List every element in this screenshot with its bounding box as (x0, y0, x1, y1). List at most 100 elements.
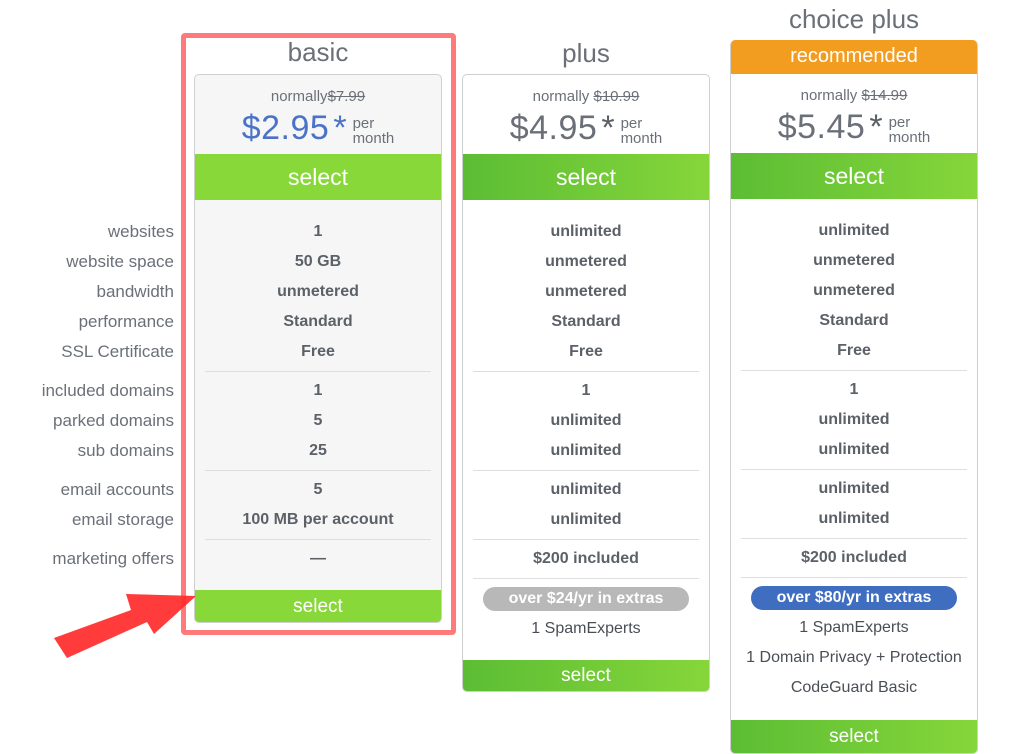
value-website-space: unmetered (545, 253, 627, 270)
value-bandwidth: unmetered (813, 282, 895, 299)
divider (205, 539, 431, 540)
value-email-accounts: unlimited (550, 481, 622, 498)
label-included-domains: included domains (41, 381, 174, 400)
value-parked-domains: 5 (313, 412, 323, 429)
extras-badge: over $80/yr in extras (751, 586, 957, 610)
value-email-storage: 100 MB per account (242, 511, 394, 528)
recommended-badge: recommended (731, 40, 977, 74)
select-button-bottom[interactable]: select (731, 720, 977, 753)
normally-label: normally (800, 87, 858, 104)
value-ssl: Free (569, 343, 603, 360)
asterisk: * (869, 108, 883, 146)
price-row: $4.95 * per month (463, 108, 709, 148)
value-websites: unlimited (818, 222, 890, 239)
value-parked-domains: unlimited (550, 412, 622, 429)
value-email-storage: unlimited (550, 511, 622, 528)
divider (205, 470, 431, 471)
divider (205, 371, 431, 372)
plan-title: plus (562, 38, 610, 68)
divider (741, 577, 967, 578)
plan-card: normally$7.99 $2.95 * per month select 1 50… (194, 74, 442, 623)
original-price: $7.99 (327, 88, 366, 105)
value-websites: 1 (313, 223, 323, 240)
extras-badge: over $24/yr in extras (483, 587, 689, 611)
plan-basic: basic normally$7.99 $2.95 * per month selec… (194, 0, 442, 754)
label-performance: performance (78, 312, 174, 331)
price-row: $2.95 * per month (195, 108, 441, 148)
normal-price: normally $14.99 (731, 87, 977, 105)
label-email-storage: email storage (71, 510, 174, 529)
value-email-storage: unlimited (818, 510, 890, 527)
value-included-domains: 1 (581, 382, 591, 399)
plan-choice-plus: choice plus recommended normally $14.99 … (730, 0, 978, 754)
price-row: $5.45 * per month (731, 107, 977, 147)
label-email-accounts: email accounts (60, 480, 174, 499)
price: $5.45 (777, 108, 866, 146)
label-marketing-offers: marketing offers (52, 549, 174, 568)
select-button-bottom[interactable]: select (463, 660, 709, 691)
plan-title: basic (287, 37, 349, 67)
normal-price: normally$7.99 (195, 88, 441, 106)
value-marketing-offers: $200 included (801, 549, 907, 566)
value-website-space: 50 GB (294, 253, 342, 270)
label-sub-domains: sub domains (77, 441, 174, 460)
per-month: per month (621, 116, 663, 146)
select-button-bottom[interactable]: select (195, 590, 441, 622)
price: $2.95 (241, 109, 330, 147)
value-sub-domains: 25 (309, 442, 327, 459)
plan-card: normally $10.99 $4.95 * per month select un… (462, 74, 710, 692)
label-parked-domains: parked domains (53, 411, 174, 430)
plan-title: choice plus (788, 4, 920, 34)
label-websites: websites (107, 222, 174, 241)
value-email-accounts: 5 (313, 481, 323, 498)
divider (473, 539, 699, 540)
value-email-accounts: unlimited (818, 480, 890, 497)
red-arrow-icon (54, 594, 196, 658)
per-month: per month (889, 115, 931, 145)
value-bandwidth: unmetered (545, 283, 627, 300)
price: $4.95 (509, 109, 598, 147)
select-button-top[interactable]: select (731, 153, 977, 199)
select-button-top[interactable]: select (195, 154, 441, 200)
value-sub-domains: unlimited (818, 441, 890, 458)
normally-label: normally (270, 88, 328, 105)
divider (473, 470, 699, 471)
month-label: month (620, 130, 663, 147)
divider (741, 538, 967, 539)
label-website-space: website space (66, 252, 174, 271)
value-ssl: Free (837, 342, 871, 359)
per-month: per month (353, 116, 395, 146)
original-price: $14.99 (861, 87, 908, 104)
original-price: $10.99 (593, 88, 640, 105)
month-label: month (888, 129, 931, 146)
divider (473, 371, 699, 372)
value-performance: Standard (551, 313, 621, 330)
normally-label: normally (532, 88, 590, 105)
plan-plus: plus normally $10.99 $4.95 * per month sele… (462, 0, 710, 754)
value-performance: Standard (819, 312, 889, 329)
value-marketing-offers: — (310, 550, 326, 567)
extra-item: 1 SpamExperts (799, 619, 909, 636)
extra-item: CodeGuard Basic (790, 679, 918, 696)
value-included-domains: 1 (849, 381, 859, 398)
value-parked-domains: unlimited (818, 411, 890, 428)
asterisk: * (601, 109, 615, 147)
value-websites: unlimited (550, 223, 622, 240)
divider (473, 578, 699, 579)
label-ssl-certificate: SSL Certificate (61, 342, 174, 361)
value-performance: Standard (283, 313, 353, 330)
extra-item: 1 SpamExperts (531, 620, 641, 637)
value-ssl: Free (301, 343, 335, 360)
value-bandwidth: unmetered (277, 283, 359, 300)
value-website-space: unmetered (813, 252, 895, 269)
value-included-domains: 1 (313, 382, 323, 399)
divider (741, 370, 967, 371)
select-button-top[interactable]: select (463, 154, 709, 200)
value-sub-domains: unlimited (550, 442, 622, 459)
label-bandwidth: bandwidth (96, 282, 174, 301)
extra-item: 1 Domain Privacy + Protection (746, 649, 962, 666)
month-label: month (352, 130, 395, 147)
plan-card: recommended normally $14.99 $5.45 * per mon… (730, 40, 978, 754)
normal-price: normally $10.99 (463, 88, 709, 106)
value-marketing-offers: $200 included (533, 550, 639, 567)
